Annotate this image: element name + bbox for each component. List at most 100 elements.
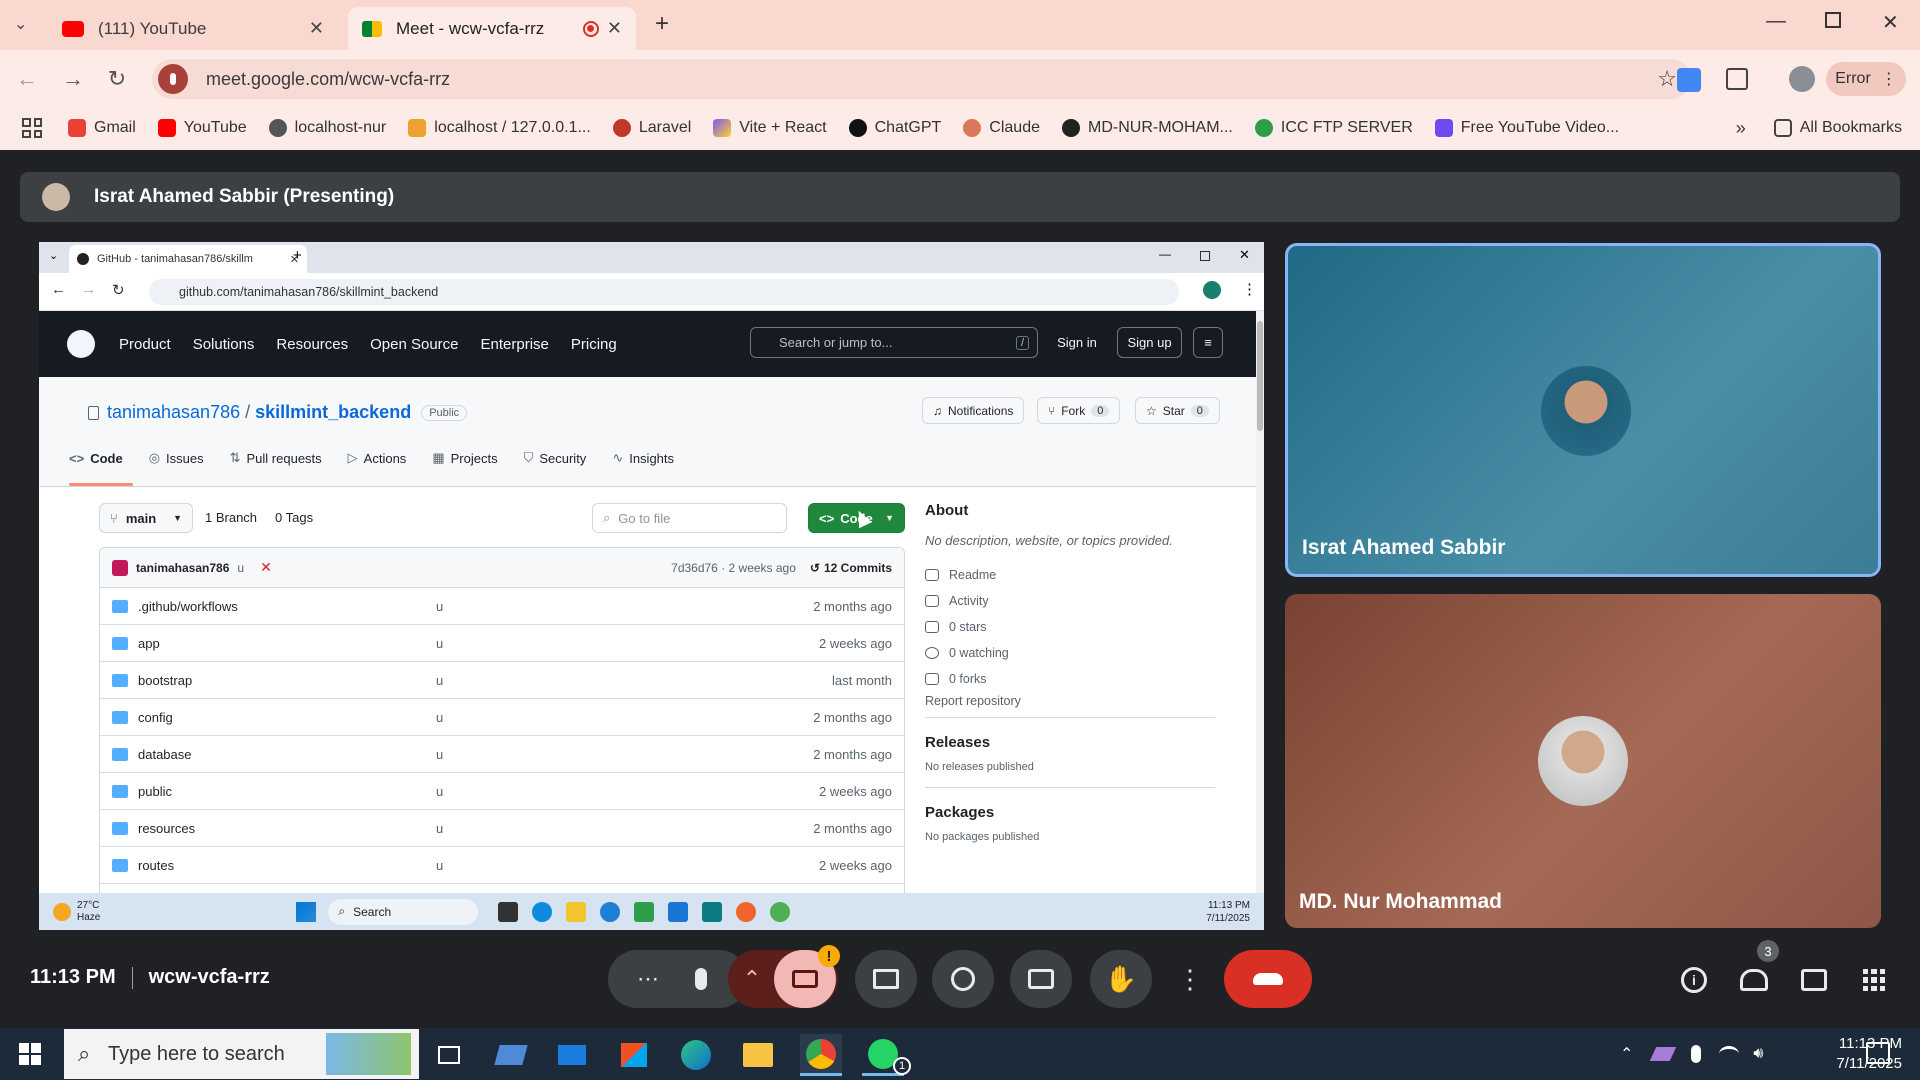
participant-tile-active[interactable]: Israt Ahamed Sabbir — [1285, 243, 1881, 577]
issue-icon: ◎ — [148, 450, 161, 465]
mic-site-icon[interactable] — [158, 64, 188, 94]
participant-tile[interactable]: MD. Nur Mohammad — [1285, 594, 1881, 928]
mail-app[interactable] — [551, 1034, 593, 1076]
close-icon[interactable]: ✕ — [309, 18, 324, 39]
selected-tab-indicator — [69, 483, 133, 486]
file-row: resources u 2 months ago — [100, 810, 904, 847]
people-button[interactable] — [1737, 963, 1771, 997]
more-audio-options-icon[interactable]: ⋯ — [625, 966, 671, 992]
new-tab-icon: + — [293, 247, 302, 264]
meeting-details-button[interactable]: i — [1677, 963, 1711, 997]
sign-in-link: Sign in — [1052, 327, 1102, 358]
warning-badge-icon: ! — [818, 945, 840, 967]
raise-hand-button[interactable]: ✋ — [1090, 950, 1152, 1008]
bookmark-github[interactable]: MD-NUR-MOHAM... — [1062, 119, 1233, 137]
notification-center-icon[interactable] — [1866, 1042, 1890, 1064]
chevron-up-icon[interactable]: ⌃ — [1620, 1044, 1633, 1064]
bookmark-free-youtube[interactable]: Free YouTube Video... — [1434, 119, 1619, 137]
windows-start-icon[interactable] — [19, 1043, 41, 1065]
bookmark-chatgpt[interactable]: ChatGPT — [848, 119, 941, 137]
tab-meet[interactable]: Meet - wcw-vcfa-rrz ✕ — [348, 7, 636, 50]
branch-count: 1 Branch — [205, 510, 258, 525]
bookmark-star-icon[interactable]: ☆ — [1657, 66, 1677, 92]
repo-icon — [88, 405, 99, 420]
no-packages-text: No packages published — [925, 831, 1040, 843]
nav-solutions: Solutions — [192, 335, 255, 353]
pen-icon[interactable] — [1650, 1047, 1677, 1061]
microphone-icon[interactable] — [1691, 1045, 1702, 1063]
captions-button[interactable] — [1010, 950, 1072, 1008]
activities-button[interactable] — [1857, 963, 1891, 997]
search-icon: ⌕ — [603, 510, 611, 525]
bookmark-gmail[interactable]: Gmail — [68, 119, 136, 137]
forward-icon[interactable]: → — [58, 64, 88, 94]
bookmark-laravel[interactable]: Laravel — [612, 119, 692, 137]
chat-button[interactable] — [1797, 963, 1831, 997]
store-app[interactable] — [613, 1034, 655, 1076]
branch-label: main — [125, 510, 157, 526]
store-icon — [621, 1043, 647, 1067]
bookmark-claude[interactable]: Claude — [963, 119, 1040, 137]
shared-date: 7/11/2025 — [1206, 912, 1250, 924]
present-screen-button[interactable] — [855, 950, 917, 1008]
pull-request-icon: ⇅ — [229, 450, 241, 465]
reactions-button[interactable] — [932, 950, 994, 1008]
restore-icon[interactable] — [1825, 12, 1841, 28]
chevron-up-icon[interactable]: ⌃ — [730, 966, 774, 992]
edge-app[interactable] — [675, 1034, 717, 1076]
file-explorer-app[interactable] — [737, 1034, 779, 1076]
taskbar-app[interactable] — [490, 1034, 532, 1076]
all-bookmarks[interactable]: All Bookmarks — [1773, 119, 1902, 137]
file-time: 2 months ago — [813, 820, 892, 836]
close-icon[interactable]: ✕ — [607, 18, 622, 39]
file-time: 2 weeks ago — [819, 783, 892, 799]
profile-error-button[interactable]: Error ⋮ — [1826, 62, 1906, 96]
extensions-icon[interactable] — [1726, 68, 1748, 90]
edge-icon — [681, 1040, 711, 1070]
more-bookmarks-icon[interactable]: » — [1736, 118, 1746, 139]
tab-youtube[interactable]: (111) YouTube ✕ — [48, 7, 338, 50]
meeting-code: wcw-vcfa-rrz — [148, 966, 270, 988]
bookmarks-bar: Gmail YouTube localhost-nur localhost / … — [0, 108, 1920, 148]
bookmark-phpmyadmin[interactable]: localhost / 127.0.0.1... — [408, 119, 591, 137]
apps-grid-icon[interactable] — [22, 118, 42, 138]
back-icon[interactable]: ← — [12, 64, 42, 94]
minimize-icon[interactable]: — — [1766, 10, 1786, 33]
folder-icon — [112, 821, 128, 835]
new-tab-icon[interactable]: + — [655, 10, 669, 38]
task-view-button[interactable] — [428, 1034, 470, 1076]
file-commit-message: u — [436, 598, 444, 614]
about-heading: About — [925, 502, 969, 519]
shared-taskbar: 27°C Haze ⌕ Search 11:13 PM 7/11/2025 — [39, 893, 1264, 930]
file-row: routes u 2 weeks ago — [100, 847, 904, 884]
chrome-app[interactable] — [800, 1034, 842, 1076]
file-name: config — [138, 709, 173, 725]
table-icon: ▦ — [432, 450, 445, 465]
more-options-button[interactable]: ⋮ — [1168, 950, 1212, 1008]
bookmark-vite[interactable]: Vite + React — [713, 119, 827, 137]
address-bar[interactable]: meet.google.com/wcw-vcfa-rrz ☆ — [152, 59, 1691, 99]
translate-icon[interactable] — [1677, 68, 1701, 92]
bookmark-label: MD-NUR-MOHAM... — [1088, 119, 1233, 136]
speaker-icon[interactable]: 🔊︎ — [1753, 1045, 1763, 1063]
bookmark-localhost-nur[interactable]: localhost-nur — [268, 119, 386, 137]
wifi-icon[interactable] — [1719, 1046, 1740, 1062]
tab-search-icon[interactable]: ⌄ — [14, 14, 27, 34]
participant-avatar — [1538, 716, 1628, 806]
microphone-button[interactable] — [671, 968, 731, 990]
bookmark-youtube[interactable]: YouTube — [157, 119, 247, 137]
reload-icon[interactable]: ↻ — [102, 64, 132, 94]
search-icon: ⌕ — [338, 904, 346, 918]
window-close-icon[interactable]: ✕ — [1882, 10, 1899, 35]
windows-search-placeholder: Type here to search — [108, 1042, 285, 1065]
shared-time: 11:13 PM — [1207, 899, 1250, 911]
leave-call-button[interactable] — [1224, 950, 1312, 1008]
tab-insights: ∿ Insights — [612, 450, 674, 466]
shared-search-label: Search — [353, 904, 392, 919]
bookmark-label: Laravel — [638, 119, 692, 136]
profile-avatar[interactable] — [1789, 66, 1815, 92]
windows-search-box[interactable]: ⌕ Type here to search — [64, 1029, 419, 1079]
history-icon: ↺ — [809, 560, 820, 575]
bookmark-icc-ftp[interactable]: ICC FTP SERVER — [1254, 119, 1413, 137]
menu-icon: ⋮ — [1242, 281, 1257, 298]
